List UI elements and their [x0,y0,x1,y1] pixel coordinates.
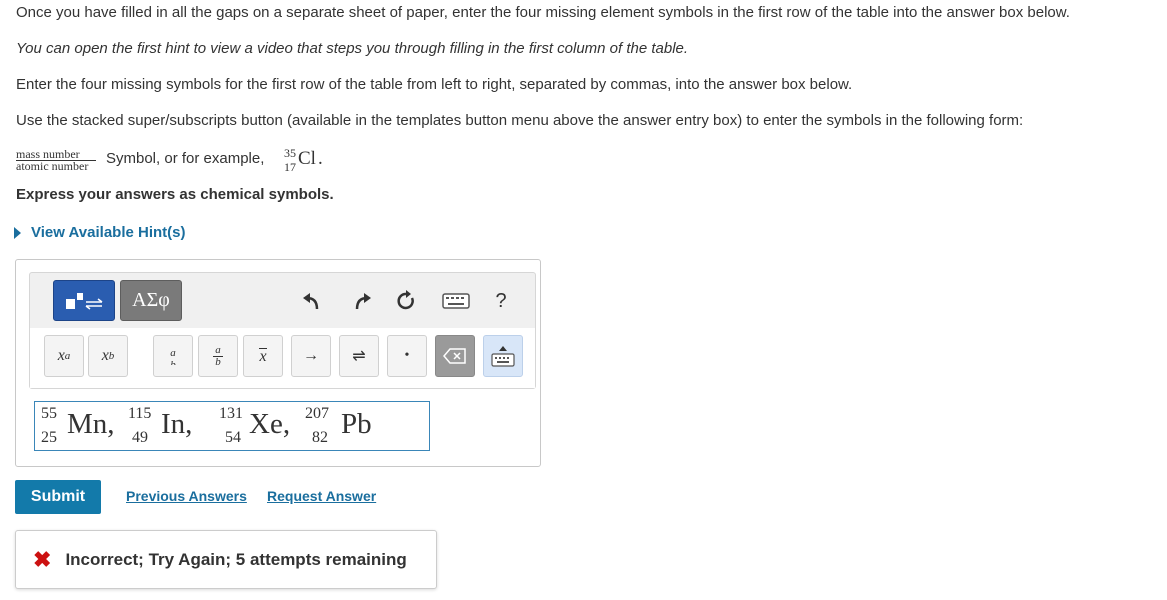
express-instruction: Express your answers as chemical symbols… [16,186,334,203]
greek-symbols-button[interactable]: ΑΣφ [120,280,182,321]
caret-right-icon [14,226,21,239]
feedback-message: Incorrect; Try Again; 5 attempts remaini… [65,549,407,569]
delete-button[interactable] [435,335,475,377]
example-nuclide: 35 17 Cl . [284,146,334,174]
instruction-line-1: Once you have filled in all the gaps on … [16,4,1070,21]
atomic-number: 49 [132,429,148,446]
keyboard-toggle-icon [491,346,515,367]
fraction-template[interactable]: a b [198,335,238,377]
hint-toggle[interactable]: View Available Hint(s) [14,224,186,241]
instruction-line-4: Use the stacked super/subscripts button … [16,112,1024,129]
answer-nuclide: 131 54 Xe, [219,402,311,450]
arrow-template[interactable]: → [291,335,331,377]
instruction-line-3: Enter the four missing symbols for the f… [16,76,853,93]
help-button[interactable]: ? [487,287,515,315]
toolbar-templates-row: xa xb a b a b x → ⇌ • [30,328,535,388]
dot-template[interactable]: • [387,335,427,377]
keyboard-toggle-button[interactable] [483,335,523,377]
atomic-number-label: atomic number [16,159,89,173]
mean-template[interactable]: x [243,335,283,377]
keyboard-icon[interactable] [440,287,472,315]
answer-input[interactable]: 55 25 Mn, 115 49 In, 131 54 Xe, 207 82 P… [34,401,430,451]
editor-toolbar: ΑΣφ ? xa xb a b a b x → ⇌ • [29,272,536,389]
undo-icon[interactable] [298,287,326,315]
element-symbol: Pb [341,408,372,440]
atomic-number: 82 [312,429,328,446]
redo-icon[interactable] [348,287,376,315]
example-period: . [318,148,323,169]
request-answer-link[interactable]: Request Answer [267,488,376,504]
stacked-script-template[interactable]: a b [153,335,193,377]
previous-answers-link[interactable]: Previous Answers [126,488,247,504]
view-hints-link[interactable]: View Available Hint(s) [31,224,186,241]
submit-button[interactable]: Submit [15,480,101,514]
template-icon [66,292,103,310]
answer-editor: ΑΣφ ? xa xb a b a b x → ⇌ • 55 25 Mn, 11… [15,259,541,467]
answer-nuclide: 115 49 In, [128,402,213,450]
answer-nuclide: 207 82 Pb [305,402,385,450]
instruction-line-2: You can open the first hint to view a vi… [16,40,689,57]
notation-form: mass number atomic number [16,148,96,173]
equilibrium-template[interactable]: ⇌ [339,335,379,377]
atomic-number: 25 [41,429,57,446]
templates-button[interactable] [53,280,115,321]
feedback-box: ✖ Incorrect; Try Again; 5 attempts remai… [15,530,437,589]
subscript-template[interactable]: xb [88,335,128,377]
incorrect-icon: ✖ [33,546,52,572]
atomic-number: 54 [225,429,241,446]
delete-icon [443,348,466,364]
toolbar-top-row: ΑΣφ ? [30,273,535,328]
mass-number: 115 [128,405,152,422]
example-mass: 35 [284,146,296,160]
mass-number: 131 [219,405,243,422]
form-symbol-text: Symbol, or for example, [106,150,265,167]
superscript-template[interactable]: xa [44,335,84,377]
element-symbol: Xe, [249,408,291,440]
mass-number: 55 [41,405,57,422]
reset-icon[interactable] [392,287,420,315]
example-atomic: 17 [284,160,296,174]
answer-nuclide: 55 25 Mn, [41,402,126,450]
mass-number: 207 [305,405,329,422]
example-symbol: Cl [298,148,316,169]
element-symbol: In, [161,408,193,440]
element-symbol: Mn, [67,408,115,440]
